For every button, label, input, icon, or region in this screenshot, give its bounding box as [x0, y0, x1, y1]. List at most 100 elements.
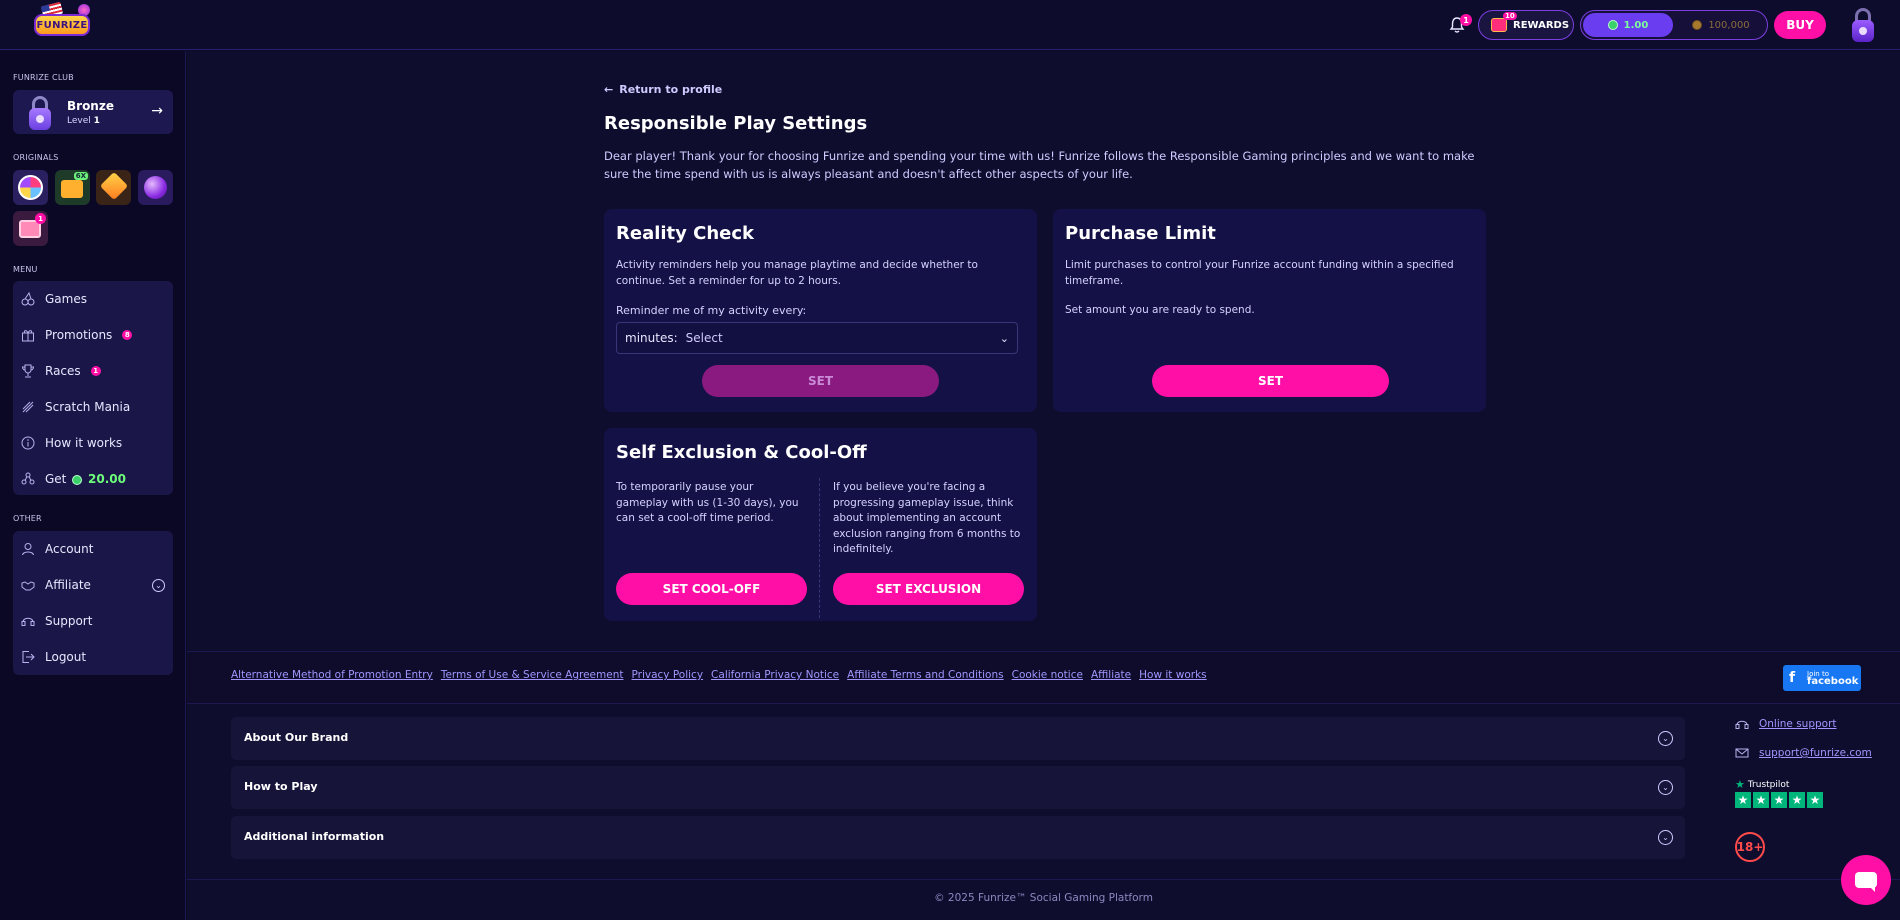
coin-icon — [72, 474, 83, 485]
star-icon: ★ — [1735, 792, 1751, 808]
other-section-title: OTHER — [13, 514, 42, 523]
footer-link[interactable]: How it works — [1139, 669, 1207, 681]
club-level: Level 1 — [67, 116, 100, 126]
orb-icon — [144, 176, 167, 199]
gem-icon — [99, 171, 129, 201]
set-cooloff-button[interactable]: SET COOL-OFF — [616, 573, 807, 605]
main-content: ← Return to profile Responsible Play Set… — [187, 51, 1900, 920]
purchase-limit-text: Limit purchases to control your Funrize … — [1065, 259, 1454, 287]
original-game-wheel[interactable] — [13, 170, 48, 205]
coins-balance-tab[interactable]: 1.00 — [1583, 13, 1673, 37]
reality-check-set-button[interactable]: SET — [702, 365, 939, 397]
wheel-icon — [18, 175, 43, 200]
arrow-right-icon: → — [151, 103, 163, 119]
menu-item-promotions[interactable]: Promotions 8 — [13, 317, 173, 353]
get-bonus-label: Get 20.00 — [45, 472, 127, 486]
trustpilot-star-icon: ★ — [1735, 778, 1745, 791]
footer-link[interactable]: Privacy Policy — [631, 669, 703, 681]
footer-divider — [187, 879, 1900, 880]
reminder-field-label: Reminder me of my activity every: — [616, 304, 807, 317]
chat-icon — [1855, 872, 1877, 892]
star-icon: ★ — [1789, 792, 1805, 808]
footer-link[interactable]: Affiliate — [1091, 669, 1131, 681]
reminder-minutes-select[interactable]: minutes: Select ⌄ — [616, 322, 1018, 354]
chevron-down-icon[interactable]: ⌄ — [152, 579, 165, 592]
purchase-limit-subtext: Set amount you are ready to spend. — [1065, 304, 1255, 316]
return-to-profile-link[interactable]: ← Return to profile — [604, 83, 722, 96]
menu-item-get-bonus[interactable]: Get 20.00 — [13, 461, 173, 497]
menu-list: Games Promotions 8 Races 1 Scratch Mania… — [13, 281, 173, 495]
purchase-limit-card: Purchase Limit Limit purchases to contro… — [1053, 209, 1486, 412]
footer-link[interactable]: Cookie notice — [1012, 669, 1083, 681]
original-game-orb[interactable] — [138, 170, 173, 205]
tournament-coin-icon — [1692, 20, 1703, 30]
multiplier-tag: 6X — [73, 172, 88, 180]
menu-item-support[interactable]: Support — [13, 603, 173, 639]
footer-link[interactable]: Alternative Method of Promotion Entry — [231, 669, 433, 681]
gift-icon — [22, 330, 34, 342]
buy-button[interactable]: BUY — [1774, 11, 1826, 39]
originals-section-title: ORIGINALS — [13, 153, 59, 162]
logout-icon — [22, 651, 35, 663]
trustpilot-label[interactable]: ★ Trustpilot — [1735, 778, 1789, 791]
accordion-about-brand[interactable]: About Our Brand ⌄ — [231, 717, 1685, 760]
footer-link[interactable]: Affiliate Terms and Conditions — [847, 669, 1003, 681]
reality-check-text: Activity reminders help you manage playt… — [616, 259, 978, 287]
self-exclusion-title: Self Exclusion & Cool-Off — [616, 442, 867, 463]
chevron-down-icon: ⌄ — [1658, 830, 1673, 845]
club-section-title: FUNRIZE CLUB — [13, 73, 74, 82]
original-game-gem[interactable] — [96, 170, 131, 205]
exclusion-text: If you believe you're facing a progressi… — [833, 481, 1021, 555]
menu-item-how-it-works[interactable]: How it works — [13, 425, 173, 461]
reality-check-card: Reality Check Activity reminders help yo… — [604, 209, 1037, 412]
chevron-down-icon: ⌄ — [1658, 780, 1673, 795]
menu-item-affiliate[interactable]: Affiliate ⌄ — [13, 567, 173, 603]
intro-text: Dear player! Thank your for choosing Fun… — [604, 149, 1475, 181]
footer-link[interactable]: California Privacy Notice — [711, 669, 839, 681]
accordion-additional-info[interactable]: Additional information ⌄ — [231, 816, 1685, 859]
tournament-coins-tab[interactable]: 100,000 — [1677, 13, 1765, 37]
self-exclusion-card: Self Exclusion & Cool-Off To temporarily… — [604, 428, 1037, 621]
chevron-down-icon: ⌄ — [1658, 731, 1673, 746]
other-list: Account Affiliate ⌄ Support Logout — [13, 531, 173, 675]
rewards-count-badge: 10 — [1503, 12, 1517, 20]
original-game-crate[interactable]: 6X — [55, 170, 90, 205]
menu-item-scratch-mania[interactable]: Scratch Mania — [13, 389, 173, 425]
scratch-icon — [22, 401, 34, 413]
accordion-how-to-play[interactable]: How to Play ⌄ — [231, 766, 1685, 809]
online-support-link[interactable]: Online support — [1735, 718, 1837, 730]
footer-link[interactable]: Terms of Use & Service Agreement — [441, 669, 624, 681]
rewards-button[interactable]: REWARDS — [1478, 10, 1574, 40]
share-icon — [21, 472, 35, 485]
profile-avatar[interactable] — [1852, 8, 1874, 42]
club-name: Bronze — [67, 99, 114, 113]
menu-item-races[interactable]: Races 1 — [13, 353, 173, 389]
club-card[interactable]: Bronze Level 1 → — [13, 90, 173, 134]
set-exclusion-button[interactable]: SET EXCLUSION — [833, 573, 1024, 605]
column-divider — [819, 478, 820, 618]
races-badge: 1 — [90, 366, 101, 376]
menu-item-account[interactable]: Account — [13, 531, 173, 567]
purchase-limit-set-button[interactable]: SET — [1152, 365, 1389, 397]
chevron-down-icon: ⌄ — [999, 332, 1009, 345]
funrize-logo[interactable]: FUNRIZE — [30, 1, 94, 44]
handshake-icon — [21, 581, 35, 591]
facebook-join-button[interactable]: f Join to facebook — [1783, 665, 1861, 691]
footer-links-bar: Alternative Method of Promotion Entry Te… — [187, 651, 1900, 704]
reality-check-title: Reality Check — [616, 223, 755, 244]
purchase-limit-title: Purchase Limit — [1065, 223, 1216, 244]
crate-icon — [61, 180, 83, 198]
menu-section-title: MENU — [13, 265, 38, 274]
rewards-label: REWARDS — [1513, 19, 1570, 31]
balance-switcher: 1.00 100,000 — [1580, 10, 1768, 40]
sidebar: FUNRIZE CLUB Bronze Level 1 → ORIGINALS … — [0, 51, 186, 920]
headset-icon — [1735, 720, 1749, 729]
menu-item-logout[interactable]: Logout — [13, 639, 173, 675]
facebook-icon: f — [1789, 670, 1796, 686]
footer-link-list: Alternative Method of Promotion Entry Te… — [231, 669, 1207, 681]
menu-item-games[interactable]: Games — [13, 281, 173, 317]
star-icon: ★ — [1753, 792, 1769, 808]
chat-widget-button[interactable] — [1841, 855, 1891, 905]
support-email-link[interactable]: support@funrize.com — [1735, 747, 1872, 759]
age-restriction-badge: 18+ — [1735, 832, 1765, 862]
